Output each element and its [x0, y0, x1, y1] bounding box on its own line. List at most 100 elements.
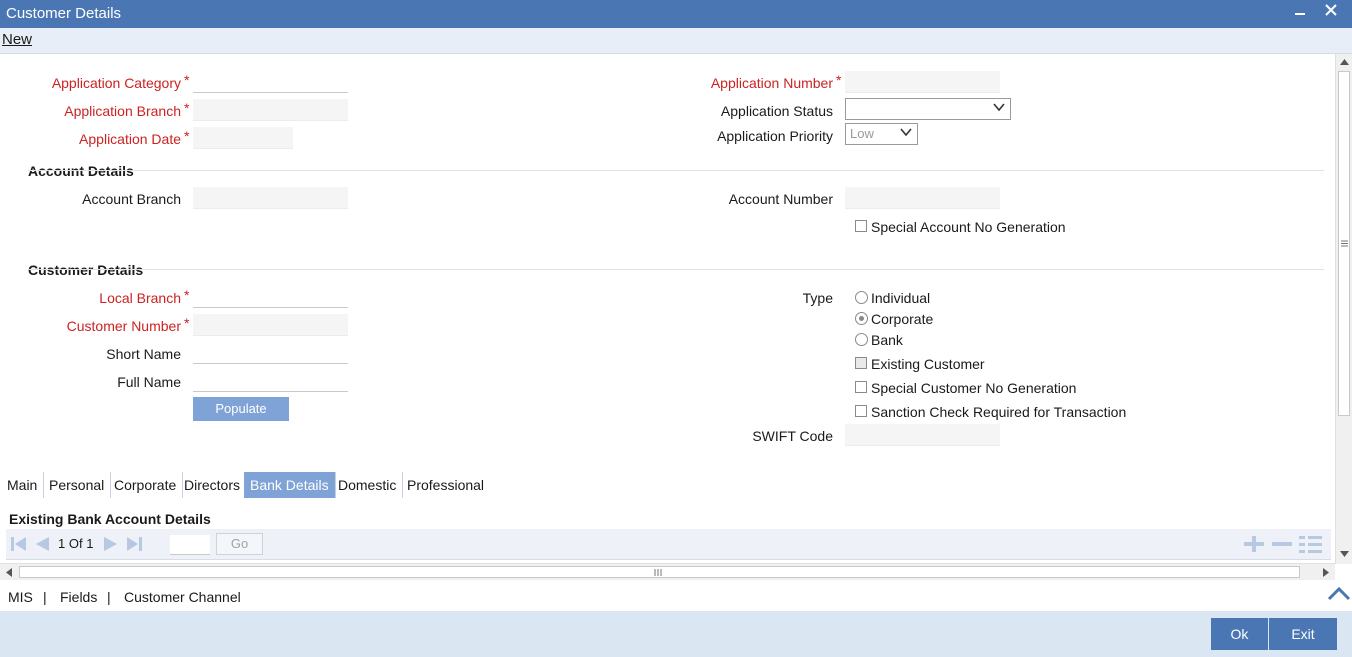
minimize-icon[interactable]	[1289, 2, 1311, 24]
chevron-down-icon	[993, 103, 1005, 112]
type-individual-label: Individual	[871, 290, 931, 306]
application-category-label: Application Category	[51, 75, 181, 91]
application-date-label: Application Date	[79, 131, 181, 147]
required-mark: *	[184, 72, 190, 88]
single-view-icon[interactable]	[1298, 534, 1324, 554]
required-mark: *	[184, 315, 190, 331]
close-icon[interactable]	[1320, 2, 1342, 24]
grid-pager: 1 Of 1 Go	[6, 529, 1331, 559]
application-priority-value: Low	[850, 126, 874, 141]
sanction-check-checkbox[interactable]	[855, 405, 867, 417]
swift-code-input[interactable]	[845, 424, 1000, 446]
full-name-input[interactable]	[193, 370, 348, 392]
account-branch-label: Account Branch	[82, 191, 181, 207]
application-priority-label: Application Priority	[717, 128, 833, 144]
existing-bank-account-details-heading: Existing Bank Account Details	[9, 511, 211, 527]
local-branch-label: Local Branch	[99, 290, 181, 306]
footer-separator: |	[107, 589, 111, 605]
required-mark: *	[184, 287, 190, 303]
footer-links: MIS | Fields | Customer Channel	[0, 581, 1352, 611]
scroll-down-icon[interactable]	[1340, 550, 1349, 558]
scroll-right-icon[interactable]	[1322, 568, 1330, 577]
tab-corporate[interactable]: Corporate	[108, 472, 184, 498]
type-corporate-label: Corporate	[871, 311, 934, 327]
sanction-check-label: Sanction Check Required for Transaction	[871, 404, 1127, 420]
customer-number-label: Customer Number	[66, 318, 181, 334]
type-bank-label: Bank	[871, 332, 903, 348]
tab-main[interactable]: Main	[1, 472, 45, 498]
application-branch-label: Application Branch	[64, 103, 181, 119]
section-divider	[28, 269, 1324, 270]
special-account-no-generation-checkbox[interactable]	[855, 220, 867, 232]
application-status-select[interactable]	[845, 98, 1011, 120]
type-corporate-radio[interactable]	[855, 312, 868, 325]
type-individual-radio[interactable]	[855, 291, 868, 304]
grip-icon	[654, 569, 662, 576]
required-mark: *	[836, 72, 842, 88]
customer-channel-link[interactable]: Customer Channel	[124, 589, 241, 605]
customer-number-input[interactable]	[193, 314, 348, 336]
window-title: Customer Details	[6, 5, 122, 22]
add-row-icon[interactable]	[1242, 534, 1266, 554]
account-number-input[interactable]	[845, 187, 1000, 209]
section-divider	[28, 170, 1324, 171]
mis-link[interactable]: MIS	[8, 589, 33, 605]
vertical-scroll-thumb[interactable]	[1338, 71, 1350, 416]
horizontal-scroll-thumb[interactable]	[19, 566, 1300, 578]
ok-button[interactable]: Ok	[1211, 618, 1268, 650]
application-branch-input[interactable]	[193, 99, 348, 121]
account-branch-input[interactable]	[193, 187, 348, 209]
application-date-input[interactable]	[193, 127, 293, 149]
required-mark: *	[184, 100, 190, 116]
new-link[interactable]: New	[2, 31, 32, 48]
tab-professional[interactable]: Professional	[401, 472, 490, 498]
page-of: Of	[68, 536, 83, 551]
tab-directors[interactable]: Directors	[178, 472, 248, 498]
special-customer-no-generation-label: Special Customer No Generation	[871, 380, 1077, 396]
delete-row-icon[interactable]	[1270, 534, 1294, 554]
scroll-left-icon[interactable]	[5, 568, 13, 577]
chevron-down-icon	[900, 128, 912, 137]
tab-domestic[interactable]: Domestic	[332, 472, 404, 498]
account-number-label: Account Number	[728, 191, 833, 207]
application-category-input[interactable]	[193, 71, 348, 93]
chevron-up-icon[interactable]	[1327, 585, 1351, 601]
toolbar: New	[0, 28, 1352, 54]
form-content: Application Category * Application Branc…	[0, 54, 1335, 564]
go-button[interactable]: Go	[216, 533, 263, 555]
application-status-label: Application Status	[720, 103, 833, 119]
window-titlebar: Customer Details	[0, 0, 1352, 28]
action-bar: Ok Exit	[0, 611, 1352, 657]
swift-code-label: SWIFT Code	[752, 428, 833, 444]
grip-icon	[1341, 240, 1348, 247]
page-indicator: 1 Of 1	[58, 536, 93, 551]
tab-personal[interactable]: Personal	[43, 472, 112, 498]
application-number-label: Application Number	[710, 75, 833, 91]
scroll-up-icon[interactable]	[1340, 58, 1349, 66]
short-name-label: Short Name	[106, 346, 181, 362]
special-account-no-generation-label: Special Account No Generation	[871, 219, 1066, 235]
tab-bank-details[interactable]: Bank Details	[244, 472, 336, 498]
go-to-page-input[interactable]	[170, 535, 210, 555]
populate-button[interactable]: Populate	[193, 397, 289, 421]
customer-details-heading: Customer Details	[28, 262, 144, 278]
last-page-icon[interactable]	[124, 534, 144, 554]
type-bank-radio[interactable]	[855, 333, 868, 346]
vertical-scrollbar[interactable]	[1335, 54, 1352, 564]
horizontal-scrollbar[interactable]	[0, 563, 1335, 580]
previous-page-icon[interactable]	[32, 534, 52, 554]
short-name-input[interactable]	[193, 342, 348, 364]
page-total: 1	[86, 536, 94, 551]
application-priority-select[interactable]: Low	[845, 123, 918, 145]
page-current: 1	[58, 536, 66, 551]
application-number-input[interactable]	[845, 71, 1000, 93]
fields-link[interactable]: Fields	[60, 589, 97, 605]
first-page-icon[interactable]	[9, 534, 29, 554]
exit-button[interactable]: Exit	[1269, 618, 1337, 650]
special-customer-no-generation-checkbox[interactable]	[855, 381, 867, 393]
required-mark: *	[184, 128, 190, 144]
local-branch-input[interactable]	[193, 286, 348, 308]
existing-customer-checkbox[interactable]	[855, 357, 867, 369]
existing-customer-label: Existing Customer	[871, 356, 985, 372]
next-page-icon[interactable]	[101, 534, 121, 554]
